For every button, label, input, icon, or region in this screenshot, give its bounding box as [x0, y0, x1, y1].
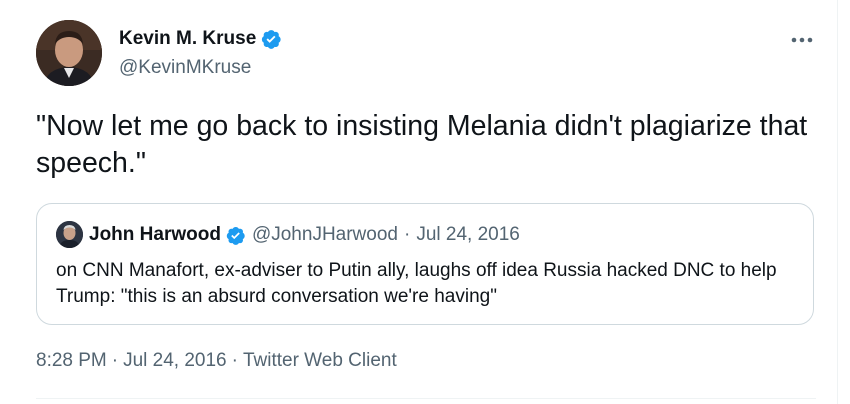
tweet-date[interactable]: Jul 24, 2016 — [123, 350, 227, 372]
tweet-client[interactable]: Twitter Web Client — [243, 350, 397, 372]
tweet-time[interactable]: 8:28 PM — [36, 350, 107, 372]
quoted-tweet-card[interactable]: John Harwood @JohnJHarwood · Jul 24, 201… — [36, 203, 814, 325]
timeline-border — [837, 0, 838, 404]
tweet-metadata: 8:28 PM · Jul 24, 2016 · Twitter Web Cli… — [36, 350, 397, 372]
quoted-date: Jul 24, 2016 — [416, 224, 520, 245]
quoted-tweet-text: on CNN Manafort, ex-adviser to Putin all… — [56, 260, 777, 307]
verified-badge-icon — [260, 28, 282, 50]
quoted-display-name: John Harwood — [89, 224, 221, 245]
author-handle[interactable]: @KevinMKruse — [119, 56, 251, 80]
metadata-separator: · — [111, 350, 119, 371]
verified-badge-icon — [225, 225, 246, 246]
quoted-tweet-header: John Harwood @JohnJHarwood · Jul 24, 201… — [89, 223, 520, 247]
more-options-button[interactable] — [788, 30, 816, 50]
metadata-separator: · — [231, 350, 238, 371]
author-display-name[interactable]: Kevin M. Kruse — [119, 27, 256, 51]
author-name-row[interactable]: Kevin M. Kruse — [119, 27, 282, 51]
quoted-author-avatar — [56, 221, 83, 248]
tweet-page: Kevin M. Kruse @KevinMKruse "Now let me … — [0, 0, 850, 404]
quoted-handle: @JohnJHarwood — [251, 224, 398, 245]
tweet-text: "Now let me go back to insisting Melania… — [36, 110, 808, 179]
author-avatar[interactable] — [36, 20, 102, 86]
divider — [36, 398, 816, 399]
more-horizontal-icon — [791, 37, 813, 43]
quoted-separator: · — [403, 224, 411, 245]
